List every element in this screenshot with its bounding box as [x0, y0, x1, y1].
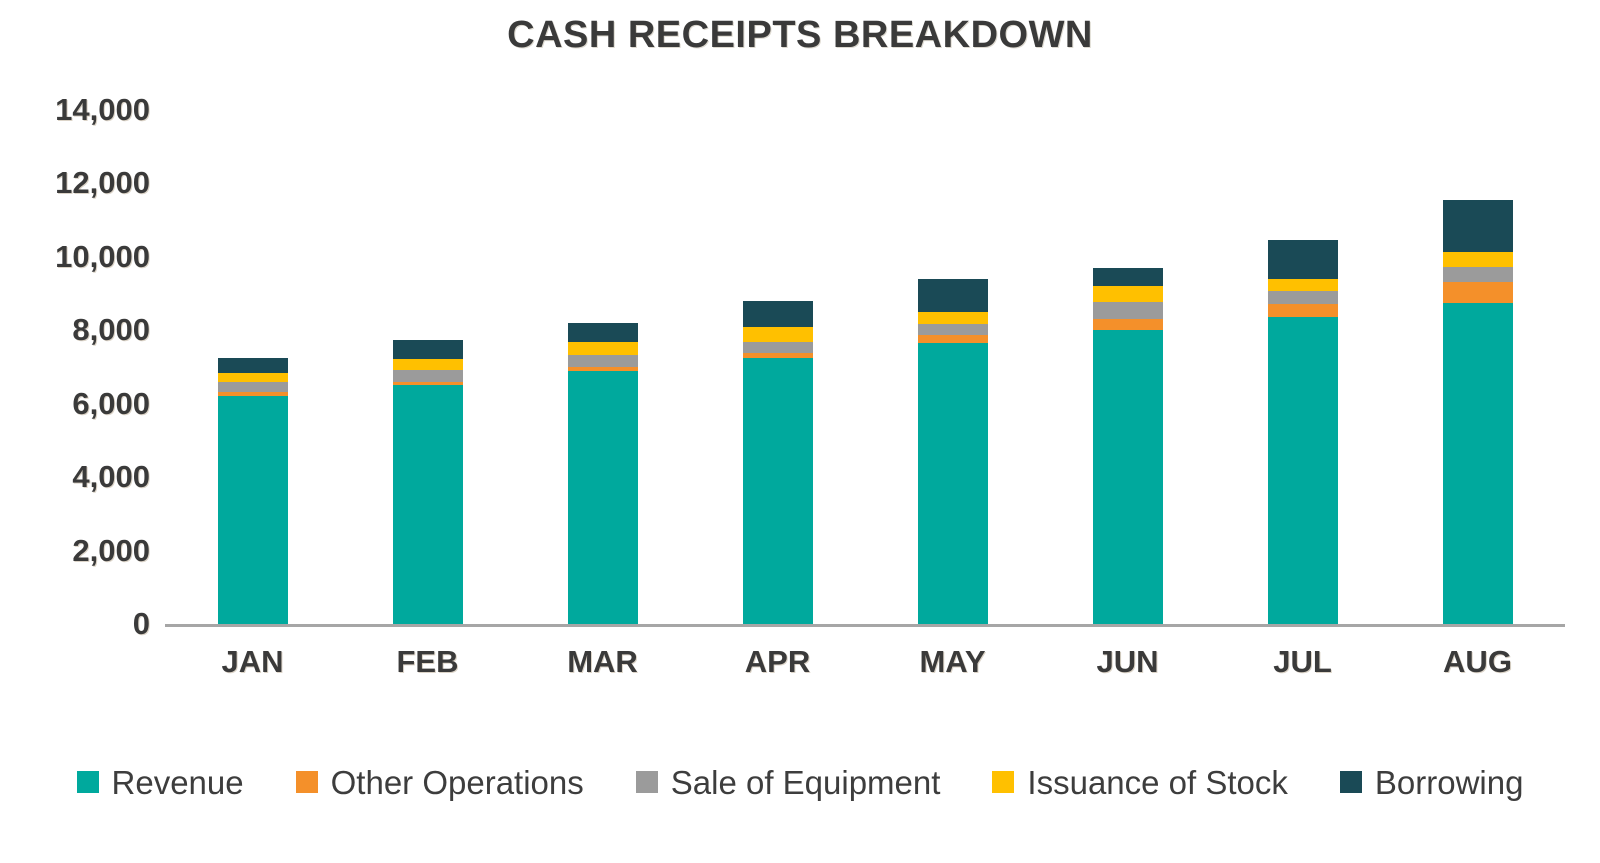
bar-segment[interactable]: [392, 358, 463, 370]
bar-segment[interactable]: [742, 357, 813, 624]
legend-item[interactable]: Other Operations: [295, 763, 584, 801]
bar-stack[interactable]: [392, 339, 463, 624]
bar-group[interactable]: [1068, 64, 1188, 624]
legend-swatch-icon: [635, 771, 658, 793]
x-tick-label: JUL: [1273, 644, 1332, 679]
bar-segment[interactable]: [1442, 267, 1513, 283]
bar-segment[interactable]: [567, 342, 638, 355]
bar-segment[interactable]: [217, 357, 288, 373]
bar-segment[interactable]: [392, 369, 463, 383]
y-tick-label: 2,000: [72, 532, 150, 568]
legend-item[interactable]: Revenue: [76, 763, 244, 801]
bar-stack[interactable]: [1442, 199, 1513, 624]
legend-label: Other Operations: [330, 763, 584, 801]
y-tick-label: 6,000: [72, 385, 150, 421]
legend-label: Sale of Equipment: [670, 763, 941, 801]
bar-segment[interactable]: [1267, 278, 1338, 292]
bar-segment[interactable]: [742, 326, 813, 342]
bar-segment[interactable]: [917, 343, 988, 624]
legend-swatch-icon: [992, 771, 1015, 793]
y-tick-label: 8,000: [72, 312, 150, 348]
plot-area: 14,000 12,000 10,000 8,000 6,000 4,000 2,000 0 …: [0, 0, 1600, 700]
x-tick-label: APR: [744, 644, 811, 679]
bar-segment[interactable]: [1442, 199, 1513, 253]
bar-segment[interactable]: [1092, 318, 1163, 331]
bar-segment[interactable]: [917, 335, 988, 344]
y-tick-label: 10,000: [55, 238, 150, 274]
legend-label: Borrowing: [1374, 763, 1524, 801]
legend-swatch-icon: [295, 771, 318, 793]
bar-segment[interactable]: [1092, 267, 1163, 287]
bar-stack[interactable]: [217, 357, 288, 624]
x-tick-label: MAY: [919, 644, 986, 679]
y-tick-label: 4,000: [72, 459, 150, 495]
bar-group[interactable]: [718, 64, 838, 624]
bar-segment[interactable]: [567, 322, 638, 343]
bar-stack[interactable]: [1092, 267, 1163, 624]
bar-group[interactable]: [1243, 64, 1363, 624]
bar-group[interactable]: [543, 64, 663, 624]
bar-segment[interactable]: [742, 300, 813, 327]
bar-segment[interactable]: [217, 396, 288, 624]
legend-label: Revenue: [111, 763, 244, 801]
legend-item[interactable]: Issuance of Stock: [992, 763, 1288, 801]
bar-segment[interactable]: [392, 385, 463, 624]
bar-stack[interactable]: [917, 278, 988, 624]
y-tick-label: 12,000: [55, 165, 150, 201]
bar-group[interactable]: [368, 64, 488, 624]
x-tick-label: MAR: [567, 644, 638, 679]
legend-swatch-icon: [1339, 771, 1362, 793]
x-axis-line: [165, 624, 1565, 627]
bar-segment[interactable]: [567, 354, 638, 367]
bars-layer: JAN FEB MAR APR MAY JUN JUL AUG: [165, 0, 1565, 700]
x-tick-label: JAN: [221, 644, 284, 679]
legend-item[interactable]: Sale of Equipment: [635, 763, 941, 801]
legend-swatch-icon: [76, 771, 99, 793]
bar-segment[interactable]: [1267, 291, 1338, 305]
bar-stack[interactable]: [567, 322, 638, 624]
bar-group[interactable]: [1418, 64, 1538, 624]
bar-segment[interactable]: [1267, 317, 1338, 624]
chart-legend: Revenue Other Operations Sale of Equipment…: [0, 752, 1600, 812]
bar-segment[interactable]: [1442, 252, 1513, 268]
bar-segment[interactable]: [392, 339, 463, 359]
x-tick-label: FEB: [396, 644, 459, 679]
bar-segment[interactable]: [1092, 302, 1163, 319]
bar-stack[interactable]: [1267, 240, 1338, 624]
legend-item[interactable]: Borrowing: [1339, 763, 1524, 801]
y-axis: 14,000 12,000 10,000 8,000 6,000 4,000 2,000 0: [0, 0, 150, 700]
bar-segment[interactable]: [917, 324, 988, 336]
bar-segment[interactable]: [1442, 302, 1513, 624]
x-tick-label: JUN: [1096, 644, 1159, 679]
y-tick-label: 0: [132, 606, 150, 641]
bar-segment[interactable]: [1092, 286, 1163, 303]
bar-segment[interactable]: [1267, 240, 1338, 279]
legend-label: Issuance of Stock: [1027, 763, 1288, 801]
bar-segment[interactable]: [917, 278, 988, 312]
bar-stack[interactable]: [742, 300, 813, 624]
bar-segment[interactable]: [1092, 330, 1163, 624]
bar-segment[interactable]: [1267, 304, 1338, 318]
bar-segment[interactable]: [1442, 282, 1513, 303]
x-tick-label: AUG: [1443, 644, 1512, 679]
bar-group[interactable]: [193, 64, 313, 624]
bar-segment[interactable]: [217, 372, 288, 382]
bar-group[interactable]: [893, 64, 1013, 624]
bar-segment[interactable]: [217, 381, 288, 393]
bar-segment[interactable]: [917, 311, 988, 325]
y-tick-label: 14,000: [55, 92, 150, 127]
bar-segment[interactable]: [742, 341, 813, 353]
bar-segment[interactable]: [567, 370, 638, 624]
cash-receipts-chart: CASH RECEIPTS BREAKDOWN 14,000 12,000 10,0…: [0, 0, 1600, 863]
